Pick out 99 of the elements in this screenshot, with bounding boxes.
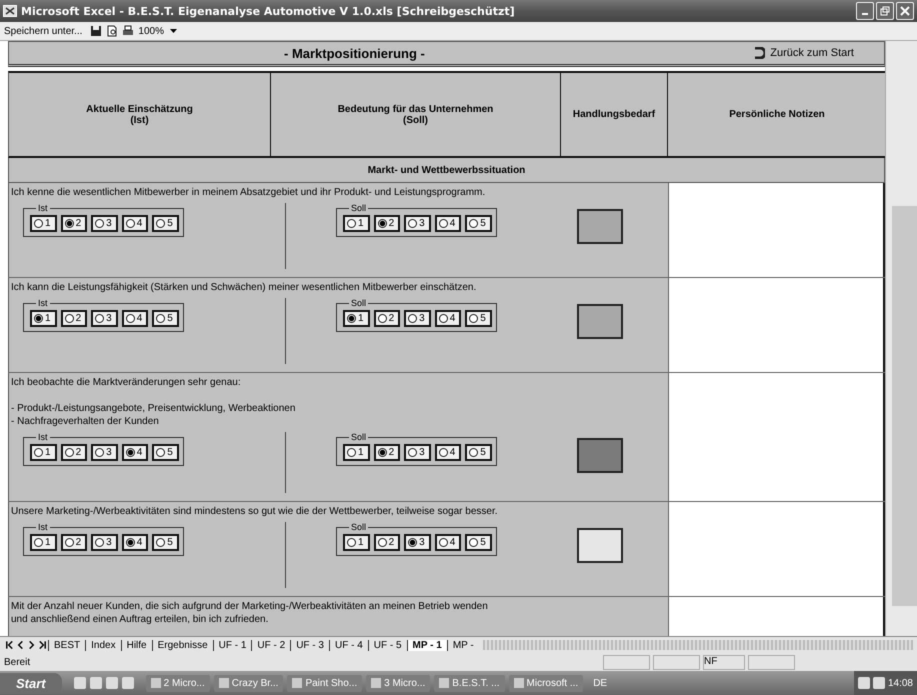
radio-option[interactable]: 4: [122, 310, 148, 327]
radio-option[interactable]: 4: [122, 534, 148, 551]
question-text: Ich kann die Leistungsfähigkeit (Stärken und Schwächen) meiner wesentlichen Mitbewerber einschätzen.: [10, 281, 478, 294]
radio-option[interactable]: 5: [465, 534, 492, 551]
sheet-tab[interactable]: MP - 1: [406, 640, 447, 650]
radio-option[interactable]: 4: [434, 444, 462, 461]
close-icon: [900, 6, 910, 16]
radio-option[interactable]: 3: [91, 215, 118, 232]
tab-scroll-icon[interactable]: [4, 640, 15, 650]
radio-option[interactable]: 2: [60, 310, 88, 327]
radio-option[interactable]: 1: [343, 444, 370, 461]
radio-option[interactable]: 1: [30, 215, 57, 232]
radio-option[interactable]: 3: [404, 534, 431, 551]
clock: 14:08: [888, 678, 913, 688]
radio-option[interactable]: 3: [404, 444, 431, 461]
column-header: Handlungsbedarf: [561, 73, 668, 156]
restore-icon: [880, 6, 890, 16]
column-header: Aktuelle Einschätzung (Ist): [9, 73, 271, 156]
tray-icon[interactable]: [858, 677, 870, 689]
radio-option[interactable]: 1: [343, 310, 370, 327]
horizontal-scrollbar[interactable]: [482, 640, 913, 650]
minimize-button[interactable]: [856, 2, 874, 20]
column-header: Bedeutung für das Unternehmen (Soll): [271, 73, 561, 156]
radio-option[interactable]: 2: [60, 215, 88, 232]
taskbar-button[interactable]: Paint Sho...: [287, 674, 362, 692]
close-button[interactable]: [896, 2, 914, 20]
tab-scroll-icon[interactable]: [37, 640, 48, 650]
minimize-icon: [862, 13, 868, 15]
column-header: Persönliche Notizen: [668, 73, 886, 156]
print-icon[interactable]: [122, 25, 134, 37]
radio-option[interactable]: 5: [152, 215, 179, 232]
radio-option[interactable]: 2: [374, 444, 400, 461]
question-text: Unsere Marketing-/Werbeaktivitäten sind mindestens so gut wie die der Wettbewerber, teilweise sogar besser.: [10, 505, 499, 518]
quick-launch-icon[interactable]: [90, 677, 102, 689]
save-as-button[interactable]: Speichern unter...: [4, 26, 82, 36]
status-panel: [653, 654, 700, 670]
radio-option[interactable]: 3: [91, 310, 118, 327]
tray-icon[interactable]: [872, 677, 885, 689]
group-label: Ist: [37, 432, 49, 442]
quick-launch-icon[interactable]: [106, 677, 118, 689]
radio-option[interactable]: 1: [343, 534, 370, 551]
sheet-title: - Marktpositionierung -: [284, 46, 425, 60]
radio-option[interactable]: 1: [30, 310, 57, 327]
radio-option[interactable]: 5: [465, 310, 492, 327]
status-panel: [603, 654, 650, 670]
group-label: Ist: [37, 522, 49, 532]
status-panel: [748, 654, 795, 670]
radio-option[interactable]: 3: [91, 444, 118, 461]
radio-option[interactable]: 3: [91, 534, 118, 551]
radio-option[interactable]: 4: [122, 215, 148, 232]
radio-option[interactable]: 1: [30, 534, 57, 551]
question-text: Ich beobachte die Marktveränderungen sehr genau: - Produkt-/Leistungsangebote, Preisentwicklung, Werbeaktionen - Nachfrageverhalten der Kunden: [10, 376, 296, 428]
zoom-dropdown[interactable]: 100%: [138, 26, 177, 36]
back-link[interactable]: Zurück zum Start: [751, 47, 854, 59]
radio-option[interactable]: 4: [434, 215, 462, 232]
radio-option[interactable]: 2: [374, 215, 400, 232]
radio-option[interactable]: 2: [374, 310, 400, 327]
start-button[interactable]: Start: [0, 672, 62, 694]
section-heading: Markt- und Wettbewerbssituation: [8, 158, 885, 183]
print-preview-icon[interactable]: [106, 25, 118, 37]
save-icon[interactable]: [90, 25, 102, 37]
taskbar-button[interactable]: Crazy Br...: [214, 674, 284, 692]
radio-option[interactable]: 4: [434, 534, 462, 551]
radio-option[interactable]: 5: [152, 310, 179, 327]
radio-option[interactable]: 1: [30, 444, 57, 461]
radio-option[interactable]: 2: [60, 534, 88, 551]
radio-option[interactable]: 4: [434, 310, 462, 327]
radio-option[interactable]: 5: [465, 215, 492, 232]
sheet-tab[interactable]: UF - 1: [212, 640, 252, 650]
radio-option[interactable]: 3: [404, 310, 431, 327]
radio-option[interactable]: 2: [374, 534, 400, 551]
group-label: Soll: [350, 298, 368, 308]
radio-option[interactable]: 5: [152, 534, 179, 551]
group-label: Ist: [37, 298, 49, 308]
vertical-scrollbar[interactable]: [885, 41, 917, 636]
radio-option[interactable]: 5: [152, 444, 179, 461]
group-label: Soll: [350, 203, 368, 213]
caret-icon: [170, 29, 177, 33]
quick-launch-icon[interactable]: [74, 677, 86, 689]
radio-option[interactable]: 4: [122, 444, 148, 461]
status-text: Bereit: [4, 656, 32, 668]
quick-launch-icon[interactable]: [122, 677, 134, 689]
radio-option[interactable]: 5: [465, 444, 492, 461]
status-indicator: NF: [703, 654, 745, 670]
taskbar-button[interactable]: Microsoft ...: [508, 674, 584, 692]
taskbar-button[interactable]: B.E.S.T. ...: [434, 674, 505, 692]
language-indicator: DE: [592, 678, 608, 688]
taskbar-button[interactable]: 2 Micro...: [146, 674, 210, 692]
radio-option[interactable]: 2: [60, 444, 88, 461]
restore-button[interactable]: [876, 2, 894, 20]
window-title: Microsoft Excel - B.E.S.T. Eigenanalyse Automotive V 1.0.xls [Schreibgeschützt]: [21, 4, 515, 18]
question-text: Ich kenne die wesentlichen Mitbewerber in meinem Absatzgebiet und ihr Produkt- und Leistungsprogramm.: [10, 186, 486, 199]
group-label: Soll: [350, 432, 368, 442]
group-label: Soll: [350, 522, 368, 532]
radio-option[interactable]: 3: [404, 215, 431, 232]
taskbar-button[interactable]: 3 Micro...: [366, 674, 430, 692]
radio-option[interactable]: 1: [343, 215, 370, 232]
question-text: Mit der Anzahl neuer Kunden, die sich aufgrund der Marketing-/Werbeaktivitäten an meinen Betrieb wenden und anschließend einen Auftrag erteilen, bin ich zufrieden.: [10, 600, 489, 626]
group-label: Ist: [37, 203, 49, 213]
